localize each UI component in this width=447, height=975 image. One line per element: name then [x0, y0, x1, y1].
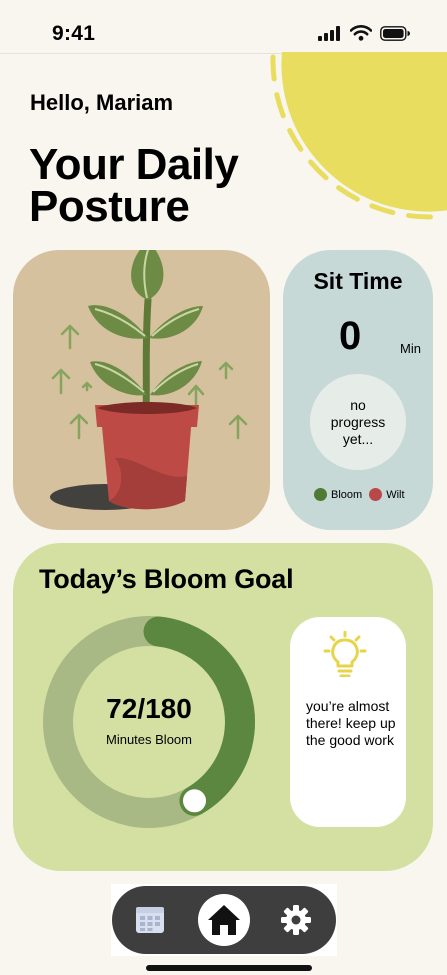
nav-settings-button[interactable] [280, 904, 312, 936]
page-title: Your Daily Posture [29, 143, 289, 231]
lightbulb-icon [323, 631, 367, 677]
plant-card[interactable] [13, 250, 270, 530]
calendar-icon [136, 907, 164, 933]
sit-progress-text: no progress yet... [330, 396, 386, 447]
tip-text: you’re almost there! keep up the good wo… [306, 698, 396, 748]
potted-plant-illustration [50, 250, 248, 510]
nav-calendar-button[interactable] [134, 904, 166, 936]
battery-icon [380, 25, 410, 41]
sit-time-card[interactable]: Sit Time 0 Min no progress yet... Bloom … [283, 250, 433, 530]
status-bar: 9:41 [0, 0, 447, 54]
bloom-goal-card[interactable]: Today’s Bloom Goal 72/180 Minutes Bloom … [13, 543, 433, 871]
legend-item-wilt: Wilt [369, 488, 405, 501]
bottom-navbar [112, 886, 336, 954]
home-icon [208, 905, 240, 935]
legend-item-bloom: Bloom [314, 488, 362, 501]
tip-card: you’re almost there! keep up the good wo… [290, 617, 406, 827]
page-title-line2: Posture [29, 182, 190, 231]
sit-legend: Bloom Wilt [314, 488, 412, 501]
sit-time-unit: Min [400, 341, 421, 356]
legend-dot-bloom [314, 488, 327, 501]
status-icons [318, 25, 410, 41]
legend-label-wilt: Wilt [386, 488, 405, 501]
sit-time-title: Sit Time [313, 268, 403, 294]
status-time: 9:41 [52, 22, 96, 45]
signal-icon [318, 25, 340, 41]
home-indicator [146, 965, 312, 971]
wifi-icon [350, 25, 372, 41]
gear-icon [281, 905, 311, 935]
bloom-goal-title: Today’s Bloom Goal [39, 564, 294, 594]
ring-knob [180, 786, 209, 816]
nav-home-button[interactable] [198, 894, 250, 946]
bloom-goal-value: 72/180 [106, 693, 192, 724]
sit-time-value: 0 [339, 314, 362, 358]
bloom-goal-label: Minutes Bloom [106, 732, 192, 747]
greeting: Hello, Mariam [30, 90, 174, 115]
sit-progress-circle: no progress yet... [310, 374, 406, 470]
sun-illustration [270, 52, 447, 220]
legend-label-bloom: Bloom [331, 488, 363, 501]
legend-dot-wilt [369, 488, 383, 501]
